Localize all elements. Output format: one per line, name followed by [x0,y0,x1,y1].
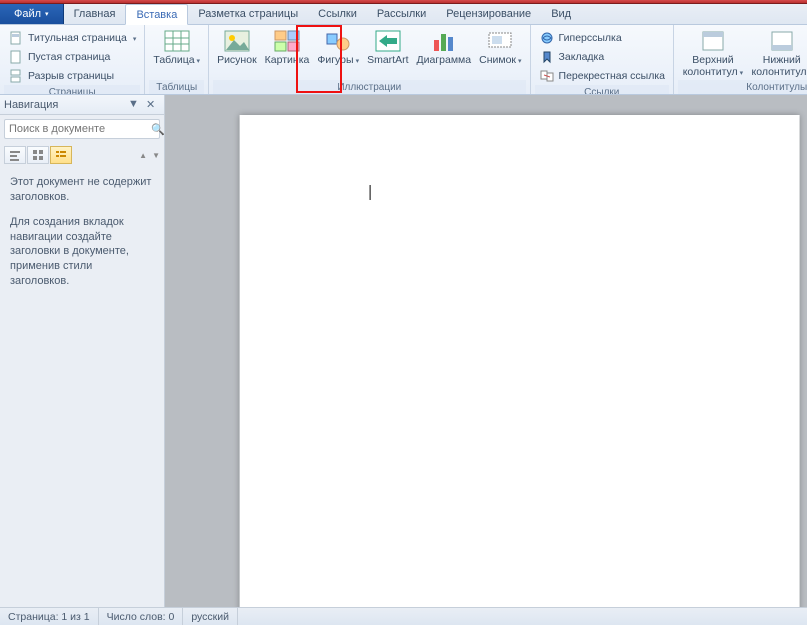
bookmark-icon [539,49,555,65]
group-links-label: Ссылки [535,85,669,95]
nav-tab-headings[interactable] [4,146,26,164]
text-cursor [370,185,371,200]
blank-page-icon [8,49,24,65]
hyperlink-button[interactable]: Гиперссылка [537,29,667,47]
tab-insert[interactable]: Вставка [125,4,188,25]
nav-message-2: Для создания вкладок навигации создайте … [10,215,154,289]
bookmark-label: Закладка [559,51,605,63]
navigation-search[interactable]: 🔍 ▾ [4,119,160,139]
blank-page-button[interactable]: Пустая страница [6,48,138,66]
clipart-icon [271,29,303,53]
screenshot-label: Снимок [479,55,521,67]
page-break-button[interactable]: Разрыв страницы [6,67,138,85]
table-label: Таблица [153,55,200,67]
hyperlink-label: Гиперссылка [559,32,622,44]
nav-prev-icon[interactable]: ▲ [139,151,147,160]
chart-label: Диаграмма [417,55,472,67]
status-words[interactable]: Число слов: 0 [99,608,184,625]
group-pages-label: Страницы [4,85,140,95]
group-headerfooter-label: Колонтитулы [678,80,807,94]
tab-file[interactable]: Файл [0,4,64,24]
tab-home[interactable]: Главная [64,4,126,24]
group-illustrations-label: Иллюстрации [213,80,525,94]
chart-icon [428,29,460,53]
header-label: Верхний колонтитул [682,55,744,78]
navigation-title: Навигация [4,99,58,111]
header-button[interactable]: Верхний колонтитул [678,27,748,78]
bookmark-button[interactable]: Закладка [537,48,667,66]
screenshot-button[interactable]: Снимок [475,27,525,67]
tab-mailings[interactable]: Рассылки [367,4,436,24]
navigation-body: Этот документ не содержит заголовков. Дл… [0,167,164,607]
tab-review[interactable]: Рецензирование [436,4,541,24]
search-icon[interactable]: 🔍 [151,123,165,136]
footer-button[interactable]: Нижний колонтитул [748,27,807,78]
group-illustrations: Рисунок Картинка Фигуры SmartArt Диаграм… [209,25,530,94]
shapes-button[interactable]: Фигуры [313,27,363,67]
ribbon: Титульная страница Пустая страница Разры… [0,25,807,95]
chart-button[interactable]: Диаграмма [413,27,476,67]
ribbon-tabs: Файл Главная Вставка Разметка страницы С… [0,4,807,25]
crossref-label: Перекрестная ссылка [559,70,665,82]
search-input[interactable] [9,123,151,135]
group-links: Гиперссылка Закладка Перекрестная ссылка… [531,25,674,94]
document-area[interactable] [165,95,807,607]
hyperlink-icon [539,30,555,46]
nav-tab-results[interactable] [50,146,72,164]
nav-dropdown-icon[interactable]: ▼ [128,98,142,112]
cover-page-button[interactable]: Титульная страница [6,29,138,47]
shapes-icon [322,29,354,53]
picture-icon [221,29,253,53]
picture-button[interactable]: Рисунок [213,27,261,67]
page-break-label: Разрыв страницы [28,70,114,82]
clipart-button[interactable]: Картинка [261,27,314,67]
group-pages: Титульная страница Пустая страница Разры… [0,25,145,94]
smartart-button[interactable]: SmartArt [363,27,412,67]
screenshot-icon [484,29,516,53]
navigation-header: Навигация ▼ ✕ [0,95,164,115]
table-icon [161,29,193,53]
crossref-button[interactable]: Перекрестная ссылка [537,67,667,85]
header-icon [697,29,729,53]
cover-page-icon [8,30,24,46]
footer-label: Нижний колонтитул [752,55,807,78]
picture-label: Рисунок [217,55,257,67]
footer-icon [766,29,798,53]
document-page[interactable] [240,115,800,607]
group-tables: Таблица Таблицы [145,25,209,94]
nav-next-icon[interactable]: ▼ [152,151,160,160]
smartart-icon [372,29,404,53]
status-language[interactable]: русский [183,608,238,625]
crossref-icon [539,68,555,84]
group-tables-label: Таблицы [149,80,204,94]
status-bar: Страница: 1 из 1 Число слов: 0 русский [0,607,807,625]
page-break-icon [8,68,24,84]
work-area: Навигация ▼ ✕ 🔍 ▾ ▲ ▼ Этот документ не с… [0,95,807,607]
shapes-label: Фигуры [317,55,359,67]
tab-page-layout[interactable]: Разметка страницы [188,4,308,24]
blank-page-label: Пустая страница [28,51,110,63]
nav-tab-pages[interactable] [27,146,49,164]
tab-references[interactable]: Ссылки [308,4,367,24]
status-page[interactable]: Страница: 1 из 1 [0,608,99,625]
cover-page-label: Титульная страница [28,32,127,44]
tab-view[interactable]: Вид [541,4,581,24]
navigation-view-tabs: ▲ ▼ [4,145,160,165]
nav-message-1: Этот документ не содержит заголовков. [10,175,154,205]
nav-close-icon[interactable]: ✕ [146,98,160,112]
smartart-label: SmartArt [367,55,408,67]
table-button[interactable]: Таблица [149,27,204,67]
group-headerfooter: Верхний колонтитул Нижний колонтитул # Н… [674,25,807,94]
clipart-label: Картинка [265,55,310,67]
navigation-pane: Навигация ▼ ✕ 🔍 ▾ ▲ ▼ Этот документ не с… [0,95,165,607]
